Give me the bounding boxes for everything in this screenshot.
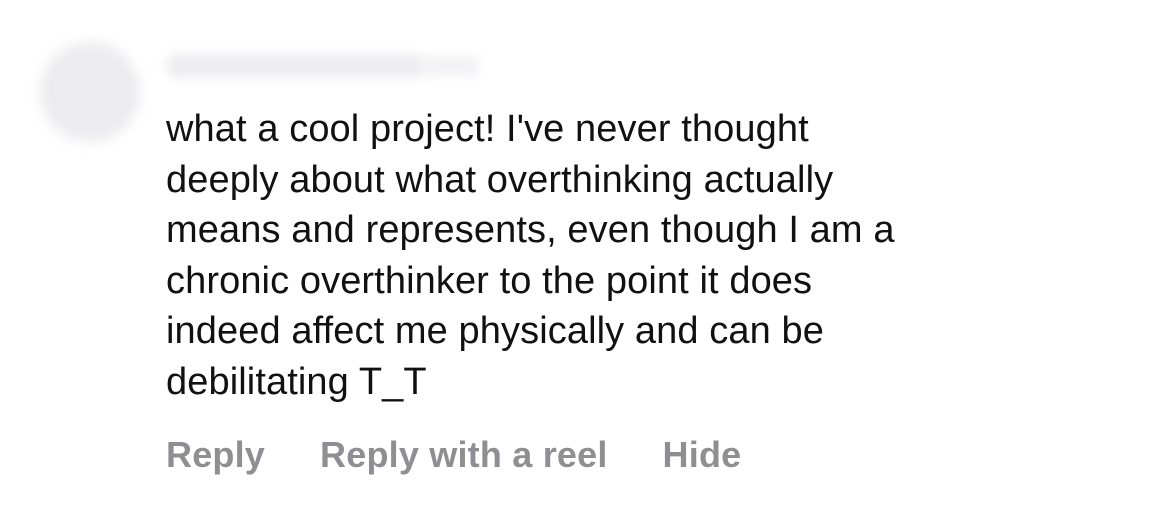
comment-text-line: chronic overthinker to the point it does — [166, 259, 813, 302]
comment-text: what a cool project! I've never thought … — [166, 104, 1126, 407]
reply-button[interactable]: Reply — [166, 434, 265, 476]
comment-timestamp-blurred — [420, 56, 480, 76]
avatar[interactable] — [40, 42, 140, 142]
comment-item: what a cool project! I've never thought … — [0, 0, 1160, 525]
reply-with-reel-button[interactable]: Reply with a reel — [320, 434, 608, 476]
hide-button[interactable]: Hide — [663, 434, 742, 476]
comment-text-line: debilitating T_T — [166, 360, 427, 403]
comment-text-line: means and represents, even though I am a — [166, 209, 895, 251]
comment-text-line: indeed affect me physically and can be — [166, 310, 824, 352]
comment-text-line: deeply about what overthinking actually — [166, 158, 834, 201]
comment-text-line: what a cool project! I've never thought — [166, 108, 809, 150]
comment-actions: Reply Reply with a reel Hide — [166, 434, 741, 476]
username-blurred[interactable] — [166, 54, 426, 78]
